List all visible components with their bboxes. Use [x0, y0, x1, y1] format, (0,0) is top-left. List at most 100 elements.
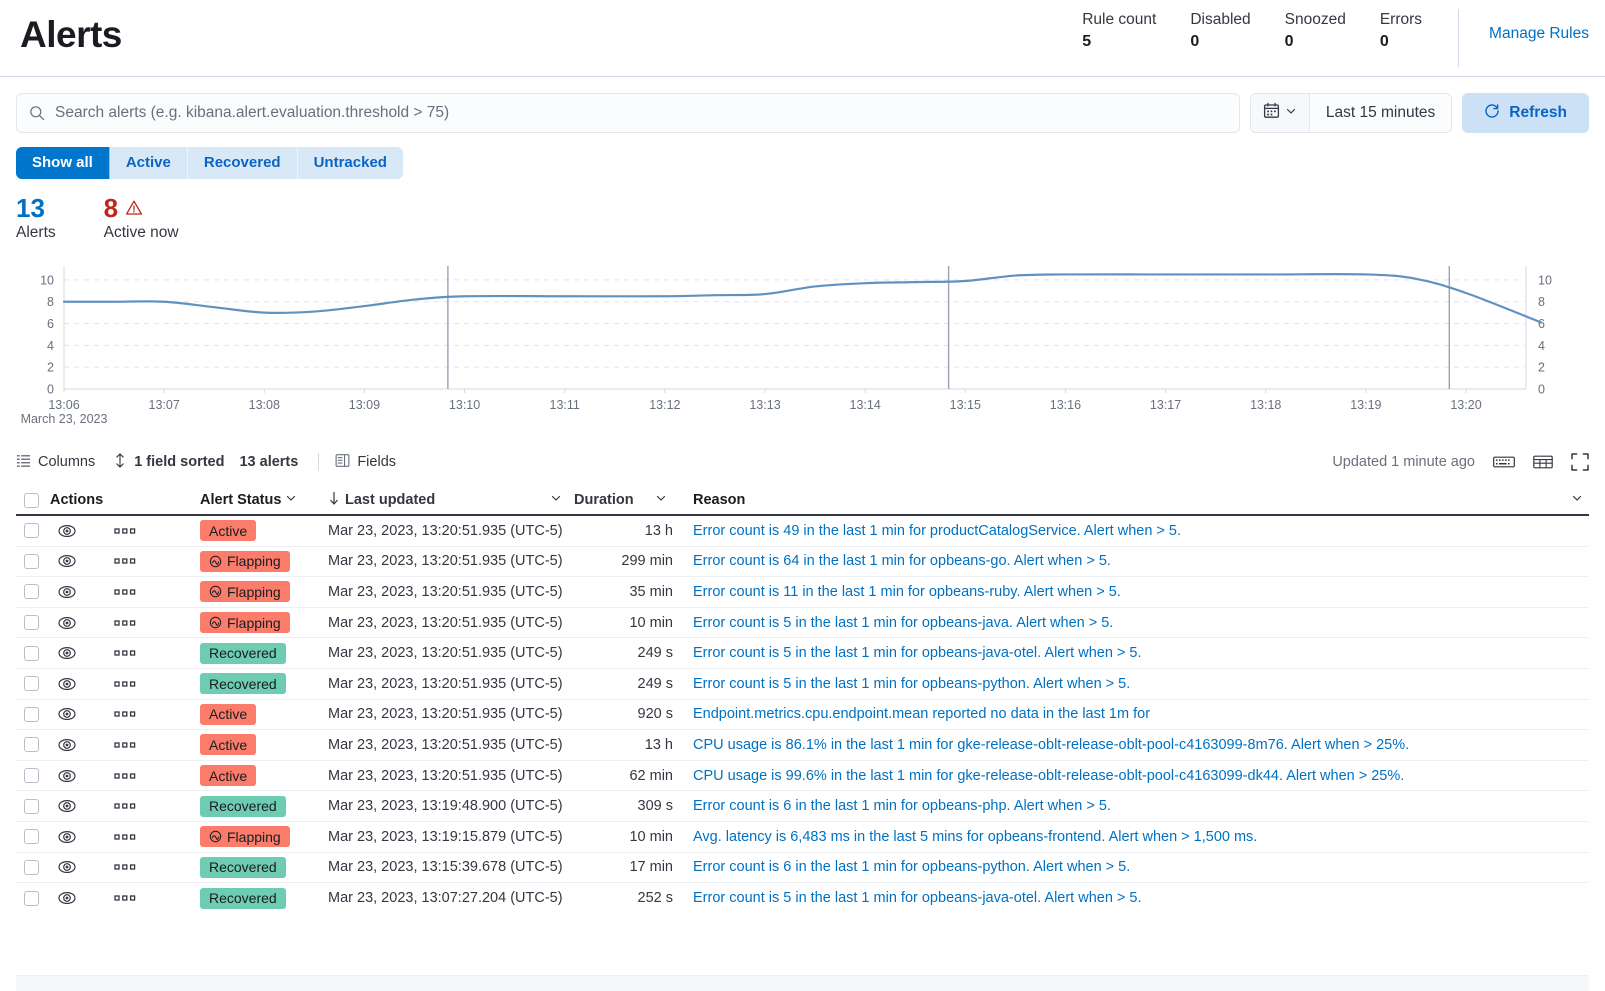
select-all-checkbox[interactable] [24, 493, 39, 508]
fields-button[interactable]: Fields [335, 453, 396, 472]
row-checkbox[interactable] [24, 707, 39, 722]
more-actions-icon[interactable] [108, 526, 200, 536]
chevron-down-icon[interactable] [285, 492, 297, 508]
row-checkbox[interactable] [24, 676, 39, 691]
reason-cell[interactable]: CPU usage is 99.6% in the last 1 min for… [683, 768, 1589, 784]
view-details-icon[interactable] [50, 644, 108, 662]
more-actions-icon[interactable] [108, 679, 200, 689]
more-actions-icon[interactable] [108, 862, 200, 872]
view-details-icon[interactable] [50, 797, 108, 815]
filter-recovered[interactable]: Recovered [188, 147, 298, 179]
table-row[interactable]: FlappingMar 23, 2023, 13:20:51.935 (UTC-… [16, 577, 1589, 608]
table-row[interactable]: ActiveMar 23, 2023, 13:20:51.935 (UTC-5)… [16, 700, 1589, 731]
row-checkbox[interactable] [24, 615, 39, 630]
date-picker[interactable]: Last 15 minutes [1250, 93, 1452, 133]
view-details-icon[interactable] [50, 858, 108, 876]
row-actions [50, 675, 200, 693]
refresh-button[interactable]: Refresh [1462, 93, 1589, 133]
row-checkbox[interactable] [24, 584, 39, 599]
more-actions-icon[interactable] [108, 801, 200, 811]
svg-text:10: 10 [1538, 273, 1552, 287]
reason-cell[interactable]: CPU usage is 86.1% in the last 1 min for… [683, 737, 1589, 753]
more-actions-icon[interactable] [108, 709, 200, 719]
view-details-icon[interactable] [50, 675, 108, 693]
table-row[interactable]: ActiveMar 23, 2023, 13:20:51.935 (UTC-5)… [16, 761, 1589, 792]
reason-cell[interactable]: Error count is 5 in the last 1 min for o… [683, 676, 1589, 692]
alert-status-cell: Recovered [200, 796, 328, 817]
column-header-last-updated-label: Last updated [345, 492, 435, 508]
table-row[interactable]: RecoveredMar 23, 2023, 13:20:51.935 (UTC… [16, 638, 1589, 669]
filter-untracked[interactable]: Untracked [298, 147, 403, 179]
table-row[interactable]: FlappingMar 23, 2023, 13:20:51.935 (UTC-… [16, 547, 1589, 578]
status-badge: Recovered [200, 673, 286, 694]
search-input[interactable]: Search alerts (e.g. kibana.alert.evaluat… [16, 93, 1240, 133]
reason-cell[interactable]: Error count is 11 in the last 1 min for … [683, 584, 1589, 600]
reason-cell[interactable]: Error count is 5 in the last 1 min for o… [683, 645, 1589, 661]
sort-button[interactable]: 1 field sorted 13 alerts [113, 453, 298, 472]
reason-cell[interactable]: Error count is 49 in the last 1 min for … [683, 523, 1589, 539]
row-checkbox[interactable] [24, 891, 39, 906]
row-actions [50, 583, 200, 601]
row-checkbox[interactable] [24, 799, 39, 814]
more-actions-icon[interactable] [108, 648, 200, 658]
reason-cell[interactable]: Error count is 5 in the last 1 min for o… [683, 615, 1589, 631]
chevron-down-icon[interactable] [550, 492, 562, 508]
status-badge: Flapping [200, 612, 290, 633]
reason-cell[interactable]: Endpoint.metrics.cpu.endpoint.mean repor… [683, 706, 1589, 722]
view-details-icon[interactable] [50, 767, 108, 785]
date-picker-calendar-button[interactable] [1251, 94, 1310, 132]
row-checkbox-cell [16, 829, 50, 844]
table-row[interactable]: FlappingMar 23, 2023, 13:20:51.935 (UTC-… [16, 608, 1589, 639]
more-actions-icon[interactable] [108, 587, 200, 597]
row-checkbox[interactable] [24, 768, 39, 783]
view-details-icon[interactable] [50, 705, 108, 723]
table-row[interactable]: RecoveredMar 23, 2023, 13:07:27.204 (UTC… [16, 883, 1589, 914]
more-actions-icon[interactable] [108, 618, 200, 628]
row-checkbox[interactable] [24, 860, 39, 875]
view-details-icon[interactable] [50, 889, 108, 907]
reason-cell[interactable]: Avg. latency is 6,483 ms in the last 5 m… [683, 829, 1589, 845]
row-checkbox[interactable] [24, 737, 39, 752]
reason-cell[interactable]: Error count is 64 in the last 1 min for … [683, 553, 1589, 569]
row-checkbox[interactable] [24, 829, 39, 844]
chevron-down-icon[interactable] [655, 492, 667, 508]
alert-status-cell: Recovered [200, 888, 328, 909]
more-actions-icon[interactable] [108, 771, 200, 781]
row-checkbox[interactable] [24, 554, 39, 569]
filter-active[interactable]: Active [110, 147, 188, 179]
table-row[interactable]: RecoveredMar 23, 2023, 13:19:48.900 (UTC… [16, 791, 1589, 822]
table-row[interactable]: RecoveredMar 23, 2023, 13:15:39.678 (UTC… [16, 853, 1589, 884]
status-badge-label: Active [209, 706, 247, 722]
view-details-icon[interactable] [50, 614, 108, 632]
search-icon [29, 105, 45, 121]
view-details-icon[interactable] [50, 583, 108, 601]
table-row[interactable]: ActiveMar 23, 2023, 13:20:51.935 (UTC-5)… [16, 516, 1589, 547]
more-actions-icon[interactable] [108, 893, 200, 903]
table-row[interactable]: RecoveredMar 23, 2023, 13:20:51.935 (UTC… [16, 669, 1589, 700]
reason-cell[interactable]: Error count is 6 in the last 1 min for o… [683, 859, 1589, 875]
view-details-icon[interactable] [50, 522, 108, 540]
view-details-icon[interactable] [50, 736, 108, 754]
reason-cell[interactable]: Error count is 5 in the last 1 min for o… [683, 890, 1589, 906]
more-actions-icon[interactable] [108, 740, 200, 750]
row-checkbox[interactable] [24, 523, 39, 538]
display-options-icon[interactable] [1533, 454, 1553, 470]
table-row[interactable]: FlappingMar 23, 2023, 13:19:15.879 (UTC-… [16, 822, 1589, 853]
svg-text:13:08: 13:08 [249, 398, 280, 412]
more-actions-icon[interactable] [108, 556, 200, 566]
alerts-count-label: 13 alerts [239, 454, 298, 470]
more-actions-icon[interactable] [108, 832, 200, 842]
view-details-icon[interactable] [50, 552, 108, 570]
row-checkbox[interactable] [24, 646, 39, 661]
view-details-icon[interactable] [50, 828, 108, 846]
filter-show-all[interactable]: Show all [16, 147, 110, 179]
table-row[interactable]: ActiveMar 23, 2023, 13:20:51.935 (UTC-5)… [16, 730, 1589, 761]
keyboard-shortcuts-icon[interactable] [1493, 454, 1515, 470]
manage-rules-link[interactable]: Manage Rules [1489, 25, 1589, 43]
chevron-down-icon[interactable] [1571, 492, 1583, 508]
fullscreen-icon[interactable] [1571, 453, 1589, 471]
reason-cell[interactable]: Error count is 6 in the last 1 min for o… [683, 798, 1589, 814]
date-range-value[interactable]: Last 15 minutes [1310, 94, 1451, 132]
columns-button[interactable]: Columns [16, 453, 95, 472]
count-active-now: 8 Active now [104, 193, 179, 243]
